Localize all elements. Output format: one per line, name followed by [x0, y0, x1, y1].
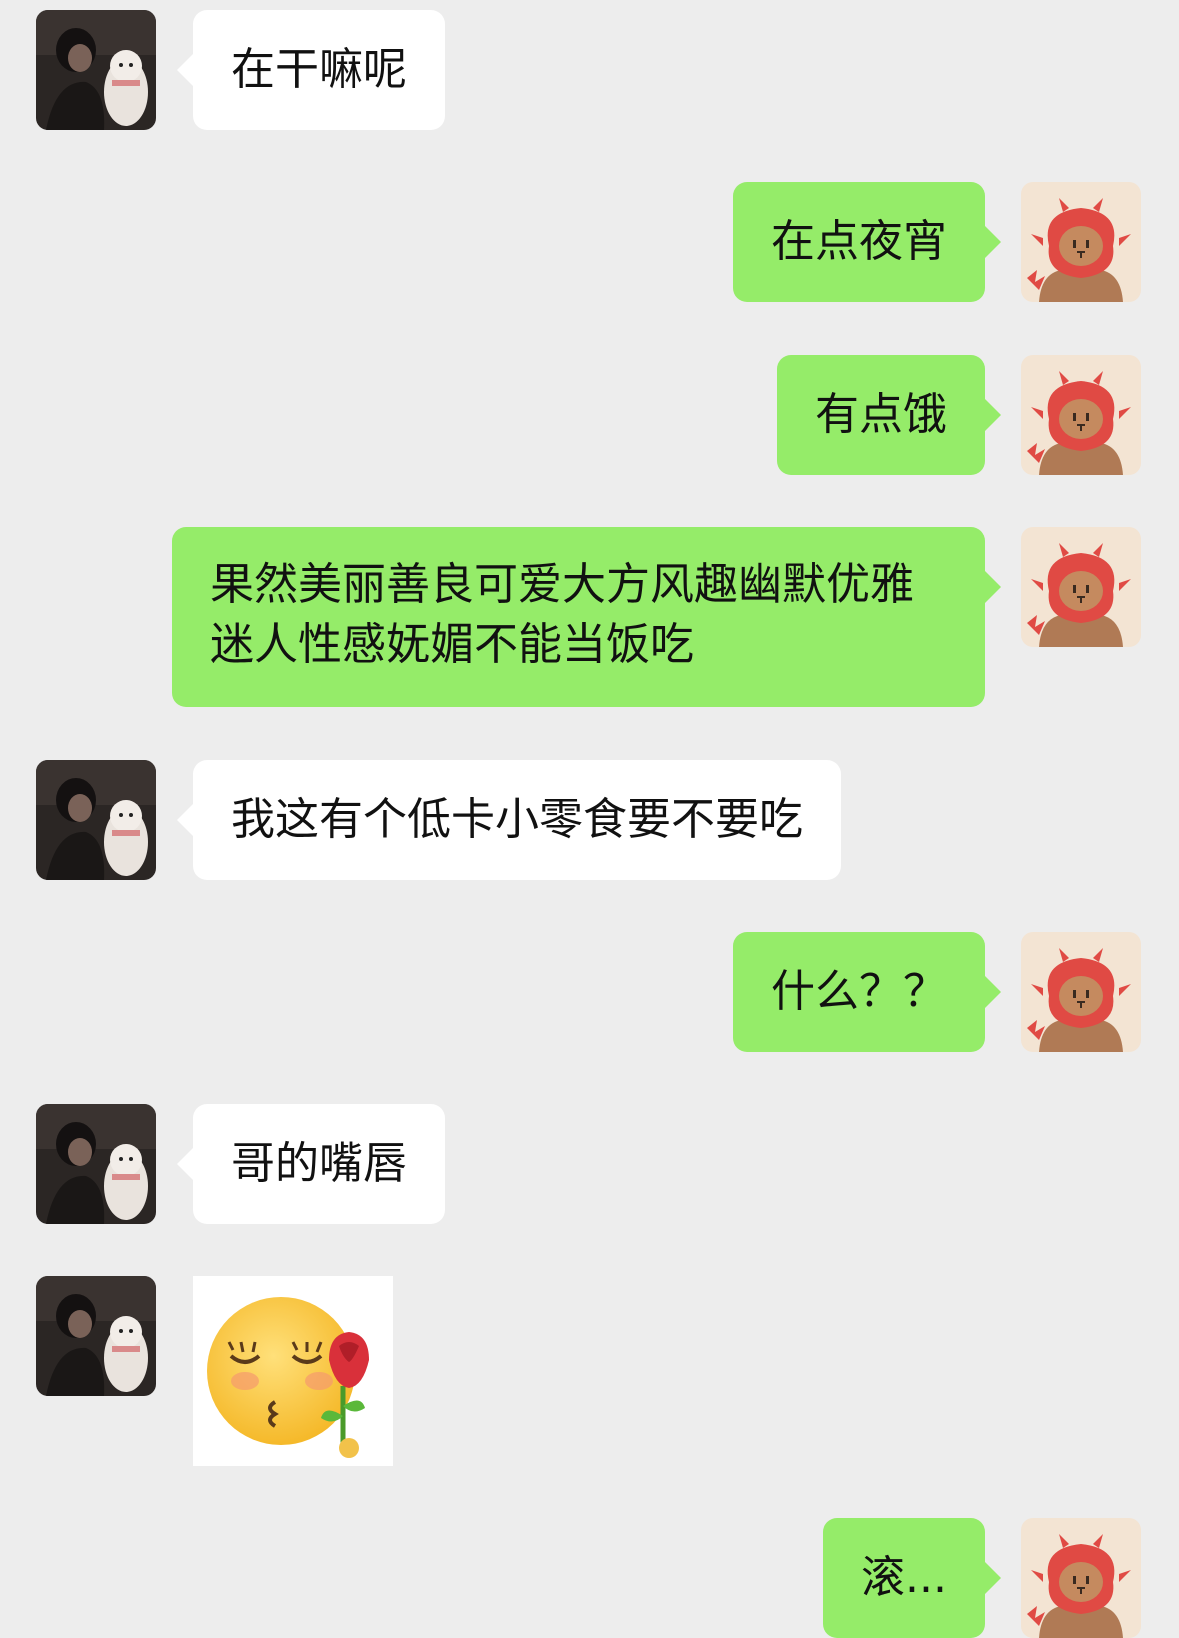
outgoing-message-bubble[interactable]: 有点饿	[777, 355, 1001, 475]
blowing-kiss-rose-emoji-icon[interactable]	[193, 1276, 393, 1466]
incoming-message-bubble[interactable]: 哥的嘴唇	[177, 1104, 445, 1224]
message-row: 果然美丽善良可爱大方风趣幽默优雅迷人性感妩媚不能当饭吃	[0, 527, 1179, 707]
message-row: 我这有个低卡小零食要不要吃	[0, 760, 1179, 880]
contact-avatar[interactable]	[36, 1276, 156, 1396]
message-row	[0, 1276, 1179, 1466]
self-avatar[interactable]	[1021, 932, 1141, 1052]
message-row: 什么？？	[0, 932, 1179, 1052]
self-avatar[interactable]	[1021, 182, 1141, 302]
message-text: 哥的嘴唇	[231, 1138, 407, 1189]
message-text: 滚...	[861, 1552, 947, 1603]
incoming-message-bubble[interactable]: 我这有个低卡小零食要不要吃	[177, 760, 841, 880]
outgoing-message-bubble[interactable]: 滚...	[823, 1518, 1001, 1638]
self-avatar[interactable]	[1021, 527, 1141, 647]
message-text: 果然美丽善良可爱大方风趣幽默优雅迷人性感妩媚不能当饭吃	[210, 559, 914, 670]
contact-avatar[interactable]	[36, 1104, 156, 1224]
message-row: 在干嘛呢	[0, 10, 1179, 130]
message-row: 在点夜宵	[0, 182, 1179, 302]
message-row: 有点饿	[0, 355, 1179, 475]
incoming-message-bubble[interactable]: 在干嘛呢	[177, 10, 445, 130]
message-text: 什么？？	[771, 966, 947, 1017]
self-avatar[interactable]	[1021, 1518, 1141, 1638]
outgoing-message-bubble[interactable]: 果然美丽善良可爱大方风趣幽默优雅迷人性感妩媚不能当饭吃	[172, 527, 1001, 707]
contact-avatar[interactable]	[36, 760, 156, 880]
contact-avatar[interactable]	[36, 10, 156, 130]
message-row: 哥的嘴唇	[0, 1104, 1179, 1224]
outgoing-message-bubble[interactable]: 什么？？	[733, 932, 1001, 1052]
outgoing-message-bubble[interactable]: 在点夜宵	[733, 182, 1001, 302]
message-text: 在干嘛呢	[231, 44, 407, 95]
self-avatar[interactable]	[1021, 355, 1141, 475]
message-text: 在点夜宵	[771, 216, 947, 267]
message-text: 我这有个低卡小零食要不要吃	[231, 794, 803, 845]
message-text: 有点饿	[815, 389, 947, 440]
message-row: 滚...	[0, 1518, 1179, 1638]
